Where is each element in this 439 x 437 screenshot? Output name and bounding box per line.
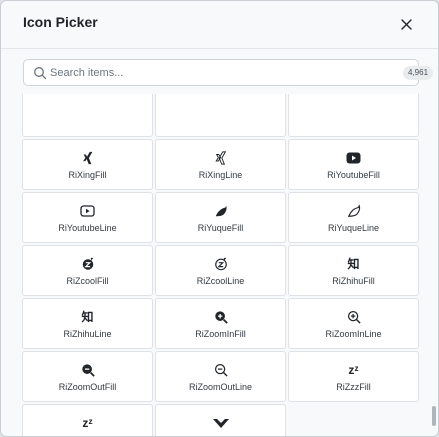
result-count-badge: 4,961	[403, 66, 434, 80]
close-button[interactable]	[395, 13, 417, 35]
icon-cell-partial[interactable]	[22, 94, 153, 137]
icon-cell[interactable]: RiYoutubeLine	[22, 192, 153, 243]
icon-cell[interactable]: RiZoomOutLine	[155, 351, 286, 402]
icon-label: RiYoutubeLine	[58, 222, 117, 233]
zhihu-fill-icon: 知	[347, 257, 360, 271]
icon-label: RiZcoolLine	[196, 275, 245, 286]
icon-label: RiYuqueFill	[197, 222, 244, 233]
empty-cell	[288, 404, 419, 436]
icon-cell[interactable]: RiZcoolLine	[155, 245, 286, 296]
icon-cell[interactable]: RiZoomOutFill	[22, 351, 153, 402]
zhihu-line-icon: 知	[81, 310, 94, 324]
zcool-line-icon	[213, 256, 229, 272]
icon-cell[interactable]: RiYuqueLine	[288, 192, 419, 243]
icon-cell[interactable]: WeatherfordIcon	[155, 404, 286, 436]
icon-picker-dialog: Icon Picker 4,961 RiXingFillRiXingLineRi…	[0, 0, 439, 437]
header-divider	[1, 48, 438, 49]
weatherford-icon	[212, 415, 229, 431]
icon-label: RiZhihuFill	[332, 275, 375, 286]
icon-label: RiZoomOutFill	[58, 381, 117, 392]
icon-label: RiZhihuLine	[63, 328, 112, 339]
icon-label: RiZoomOutLine	[188, 381, 253, 392]
icon-cell[interactable]: RiZcoolFill	[22, 245, 153, 296]
icon-cell[interactable]: RiZoomInLine	[288, 298, 419, 349]
yuque-fill-icon	[213, 203, 229, 219]
icon-cell[interactable]: zᶻ RiZzzFill	[288, 351, 419, 402]
zoom-out-fill-icon	[80, 362, 96, 378]
icon-cell[interactable]: RiXingFill	[22, 139, 153, 190]
zoom-in-line-icon	[346, 309, 362, 325]
icon-cell[interactable]: zᶻRiZzzLine	[22, 404, 153, 436]
zoom-in-fill-icon	[213, 309, 229, 325]
zoom-out-line-icon	[213, 362, 229, 378]
blank-icon	[80, 102, 96, 118]
icon-label: RiYuqueLine	[327, 222, 380, 233]
search-icon	[34, 67, 47, 80]
zzz-fill-icon: zᶻ	[348, 362, 359, 377]
icon-cell[interactable]: 知 RiZhihuLine	[22, 298, 153, 349]
icon-label: RiZoomInFill	[195, 328, 246, 339]
youtube-fill-icon	[346, 150, 362, 166]
xing-fill-icon	[80, 150, 96, 166]
icon-label: RiZoomInLine	[325, 328, 382, 339]
icon-cell-partial[interactable]	[155, 94, 286, 137]
yuque-line-icon	[346, 203, 362, 219]
icon-cell[interactable]: RiXingLine	[155, 139, 286, 190]
scrollbar[interactable]	[431, 94, 437, 436]
icon-cell[interactable]: RiYuqueFill	[155, 192, 286, 243]
icon-grid: RiXingFill RiXingLine RiYoutubeFill RiYoutu…	[22, 94, 419, 436]
zzz-line-icon: zᶻ	[82, 415, 93, 430]
icon-label: RiZcoolFill	[66, 275, 109, 286]
zcool-fill-icon	[80, 256, 96, 272]
icon-cell-partial[interactable]	[288, 94, 419, 137]
icon-label: RiXingLine	[198, 169, 243, 180]
close-icon	[400, 18, 412, 30]
icon-cell[interactable]: RiZoomInFill	[155, 298, 286, 349]
xing-line-icon	[213, 150, 229, 166]
scrollbar-thumb[interactable]	[432, 406, 436, 426]
icon-cell[interactable]: RiYoutubeFill	[288, 139, 419, 190]
search-input[interactable]	[50, 62, 370, 83]
youtube-line-icon	[80, 203, 96, 219]
icon-label: RiXingFill	[68, 169, 107, 180]
icon-cell[interactable]: 知 RiZhihuFill	[288, 245, 419, 296]
icon-label: RiYoutubeFill	[327, 169, 380, 180]
icon-grid-viewport: RiXingFill RiXingLine RiYoutubeFill RiYoutu…	[22, 94, 419, 436]
dialog-header: Icon Picker	[1, 1, 438, 49]
search-box[interactable]: 4,961	[23, 59, 434, 86]
blank-icon	[346, 102, 362, 118]
dialog-title: Icon Picker	[23, 14, 98, 30]
icon-label: RiZzzFill	[336, 381, 371, 392]
blank-icon	[213, 102, 229, 118]
